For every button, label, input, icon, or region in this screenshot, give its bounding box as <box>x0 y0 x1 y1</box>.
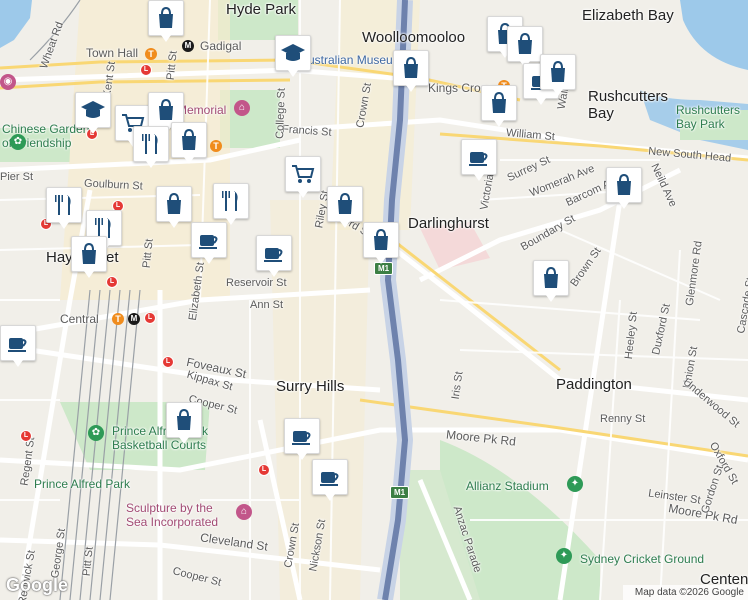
shopping-bag-icon <box>177 408 191 430</box>
shopping-bag-icon <box>159 98 173 120</box>
amenity-pin[interactable] <box>461 139 497 181</box>
shopping-bag-icon <box>82 242 96 264</box>
shopping-bag-icon <box>159 6 173 28</box>
light-rail-icon[interactable]: L <box>106 276 118 288</box>
shopping-bag-icon <box>518 32 532 54</box>
label-woolloomooloo: Woolloomooloo <box>362 29 466 46</box>
restaurant-icon <box>222 191 238 211</box>
train-station-icon[interactable]: T <box>112 313 124 325</box>
tourist-icon[interactable]: ✿ <box>10 134 26 150</box>
amenity-pin[interactable] <box>256 235 292 277</box>
shopping-bag-icon <box>492 91 506 113</box>
metro-station-icon[interactable]: M <box>128 313 140 325</box>
light-rail-icon[interactable]: L <box>20 430 32 442</box>
attribution: Map data ©2026 Google <box>622 585 748 600</box>
amenity-pin[interactable] <box>171 122 207 164</box>
school-icon <box>81 101 105 118</box>
restaurant-icon <box>142 134 158 154</box>
museum-icon[interactable]: ⌂ <box>236 504 252 520</box>
museum-icon[interactable]: ⌂ <box>234 100 250 116</box>
label-elizabeth-bay: Elizabeth Bay <box>582 7 674 24</box>
shopping-bag-icon <box>374 228 388 250</box>
label-sydney-cricket-ground: Sydney Cricket Ground <box>580 552 705 566</box>
label-college-st: College St <box>274 87 288 140</box>
amenity-pin[interactable] <box>0 325 36 367</box>
label-ann-st: Ann St <box>250 299 284 311</box>
shopping-bag-icon <box>167 192 181 214</box>
label-rushcutters-bay: Rushcutters Bay <box>588 88 669 122</box>
amenity-pin[interactable] <box>71 236 107 278</box>
label-anzac-memorial: Memorial <box>177 103 227 117</box>
label-darlinghurst: Darlinghurst <box>408 215 489 232</box>
shopping-bag-icon <box>404 56 418 78</box>
shopping-bag-icon <box>617 173 631 195</box>
restaurant-icon <box>55 195 71 215</box>
label-australian-museum: Australian Museum <box>300 53 403 67</box>
label-renny-st: Renny St <box>600 413 646 425</box>
school-icon <box>281 44 305 61</box>
park-icon[interactable]: ✿ <box>88 425 104 441</box>
label-surry-hills: Surry Hills <box>276 378 345 395</box>
coffee-icon <box>469 152 488 166</box>
light-rail-icon[interactable]: L <box>140 64 152 76</box>
coffee-icon <box>199 235 218 249</box>
amenity-pin[interactable] <box>156 186 192 228</box>
light-rail-icon[interactable]: L <box>162 356 174 368</box>
shopping-bag-icon <box>551 60 565 82</box>
google-logo: Google <box>6 575 68 595</box>
amenity-pin[interactable] <box>540 54 576 96</box>
amenity-pin[interactable] <box>327 186 363 228</box>
shopping-bag-icon <box>544 266 558 288</box>
shopping-bag-icon <box>338 192 352 214</box>
amenity-pin[interactable] <box>284 418 320 460</box>
metro-station-icon[interactable]: M <box>182 40 194 52</box>
amenity-pin[interactable] <box>75 92 111 134</box>
stadium-icon[interactable]: ✦ <box>567 476 583 492</box>
map[interactable]: Hyde Park Elizabeth Bay Woolloomooloo Ga… <box>0 0 748 600</box>
amenity-pin[interactable] <box>285 156 321 198</box>
amenity-pin[interactable] <box>393 50 429 92</box>
train-station-icon[interactable]: T <box>210 140 222 152</box>
amenity-pin[interactable] <box>363 222 399 264</box>
label-hyde-park: Hyde Park <box>226 1 297 18</box>
label-town-hall: Town Hall <box>86 46 139 60</box>
map-data-attribution[interactable]: Map data ©2026 Google <box>635 587 744 598</box>
amenity-pin[interactable] <box>213 183 249 225</box>
label-gadigal: Gadigal <box>200 39 242 53</box>
label-pier-st: Pier St <box>0 171 34 183</box>
label-allianz-stadium: Allianz Stadium <box>466 479 549 493</box>
amenity-pin[interactable] <box>148 0 184 42</box>
coffee-icon <box>320 472 339 486</box>
amenity-pin[interactable] <box>275 35 311 77</box>
label-sculpture-by-the-sea: Sculpture by the Sea Incorporated <box>126 501 219 529</box>
train-station-icon[interactable]: T <box>145 48 157 60</box>
amenity-pin[interactable] <box>507 26 543 68</box>
amenity-pin[interactable] <box>166 402 202 444</box>
m1-badge-2: M1 <box>390 486 410 499</box>
cart-icon <box>292 165 315 183</box>
light-rail-icon[interactable]: L <box>258 464 270 476</box>
label-central: Central <box>60 312 99 326</box>
amenity-pin[interactable] <box>606 167 642 209</box>
amenity-pin[interactable] <box>46 187 82 229</box>
label-reservoir-st: Reservoir St <box>226 277 287 289</box>
coffee-icon <box>264 248 283 262</box>
stadium-icon[interactable]: ✦ <box>556 548 572 564</box>
amenity-pin[interactable] <box>481 85 517 127</box>
amenity-pin[interactable] <box>191 222 227 264</box>
label-prince-alfred-park: Prince Alfred Park <box>34 477 131 491</box>
label-rushcutters-bay-park: Rushcutters Bay Park <box>676 103 741 131</box>
label-paddington: Paddington <box>556 376 632 393</box>
amenity-pin[interactable] <box>133 126 169 168</box>
tourist-icon[interactable]: ◉ <box>0 74 16 90</box>
shopping-bag-icon <box>182 128 196 150</box>
amenity-pin[interactable] <box>533 260 569 302</box>
amenity-pin[interactable] <box>312 459 348 501</box>
coffee-icon <box>8 338 27 352</box>
light-rail-icon[interactable]: L <box>144 312 156 324</box>
coffee-icon <box>292 431 311 445</box>
